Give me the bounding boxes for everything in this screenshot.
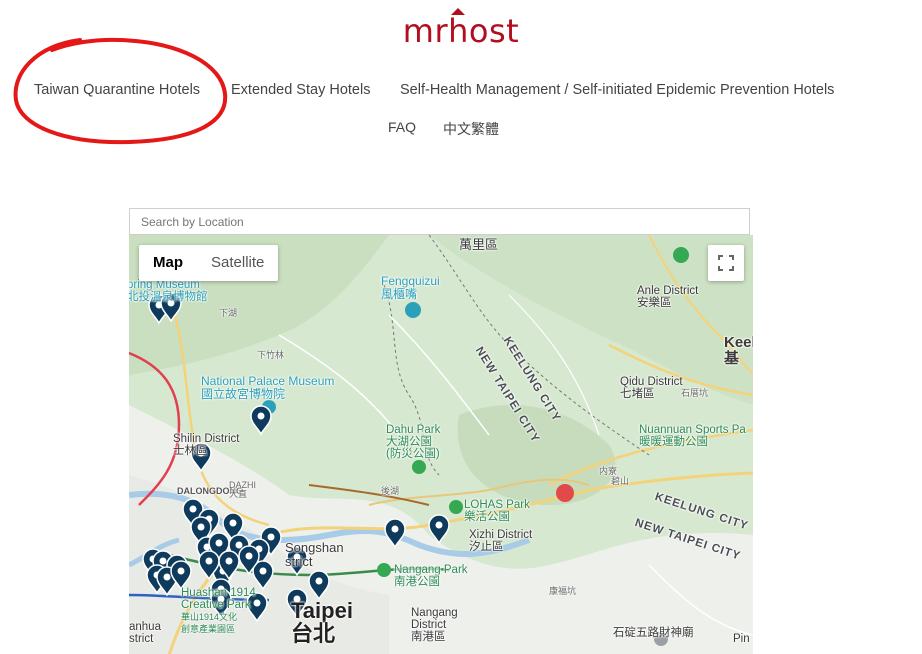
label-anle-en: Anle District bbox=[637, 285, 699, 297]
logo-h: h bbox=[448, 8, 469, 50]
label-nangang-district-en: District bbox=[411, 619, 447, 632]
label-lohas-en: LOHAS Park bbox=[464, 499, 530, 511]
label-creative-zh: 華山1914文化 bbox=[181, 612, 238, 623]
label-xizhi: Xizhi District 汐止區 bbox=[469, 529, 532, 553]
label-huashan-en: Huashan 1914 bbox=[181, 587, 256, 599]
hotel-marker-dot bbox=[259, 567, 267, 575]
label-anle-zh: 安樂區 bbox=[637, 297, 672, 310]
nav-taiwan-quarantine-hotels[interactable]: Taiwan Quarantine Hotels bbox=[34, 82, 200, 98]
label-xizhi-en: Xizhi District bbox=[469, 529, 533, 541]
label-shihkang: 石厝坑 bbox=[681, 388, 709, 398]
label-xiahpo: 下湖 bbox=[219, 308, 238, 318]
hotel-marker-dot bbox=[225, 557, 233, 565]
hotel-marker-dot bbox=[159, 557, 167, 565]
label-keel-zh: 基 bbox=[724, 349, 740, 367]
label-lohas-zh: 樂活公園 bbox=[464, 511, 510, 524]
map-type-control: Map Satellite bbox=[139, 245, 279, 281]
map-type-map-button[interactable]: Map bbox=[139, 245, 197, 281]
hotel-marker-dot bbox=[435, 521, 443, 529]
logo-text-ost: ost bbox=[468, 12, 520, 50]
label-xiachuan: 下竹林 bbox=[257, 350, 285, 360]
logo-text-mr: mr bbox=[402, 12, 449, 50]
label-qidu-zh: 七堵區 bbox=[620, 388, 655, 401]
hotel-marker-dot bbox=[245, 552, 253, 560]
label-keel: Keel 基 bbox=[724, 335, 753, 367]
label-nangang-park: Nangang Park 南港公園 bbox=[394, 564, 468, 588]
label-lohas-park: LOHAS Park 樂活公園 bbox=[464, 499, 530, 523]
label-dazhi-zh: 大直 bbox=[229, 489, 248, 500]
label-dahu-park: Dahu Park 大湖公園 (防災公園) bbox=[386, 424, 440, 460]
label-qidu-en: Qidu District bbox=[620, 376, 683, 388]
label-keel-en: Keel bbox=[724, 334, 753, 351]
label-fengquizui-zh: 風櫃嘴 bbox=[381, 286, 418, 301]
label-houhu: 後湖 bbox=[381, 486, 400, 496]
hotel-marker-dot bbox=[391, 525, 399, 533]
label-wanli: 萬里區 bbox=[459, 237, 499, 252]
label-shilin-en: Shilin District bbox=[173, 433, 240, 445]
label-creative-zh2: 創意產業園區 bbox=[181, 624, 236, 635]
hotel-marker-dot bbox=[215, 539, 223, 547]
hotel-marker-dot bbox=[163, 573, 171, 581]
label-fengquizui: Fengquizui 風櫃嘴 bbox=[381, 275, 440, 300]
label-dahu-en: Dahu Park bbox=[386, 424, 441, 436]
map-type-satellite-button[interactable]: Satellite bbox=[197, 245, 278, 281]
nav-faq[interactable]: FAQ bbox=[388, 119, 416, 135]
label-dahu-zh: 大湖公園 bbox=[386, 436, 432, 449]
hotel-marker-dot bbox=[257, 412, 265, 420]
label-taipei-en: Taipei bbox=[291, 598, 353, 623]
label-taipei: Taipei 台北 bbox=[291, 599, 353, 645]
nav-self-health-management[interactable]: Self-Health Management / Self-initiated … bbox=[400, 82, 834, 98]
label-nuannuan: Nuannuan Sports Pa 暖暖運動公園 bbox=[639, 424, 746, 448]
nav-extended-stay-hotels[interactable]: Extended Stay Hotels bbox=[231, 82, 370, 98]
hotel-marker-dot bbox=[315, 577, 323, 585]
map-search-input[interactable] bbox=[129, 208, 750, 235]
hotel-marker-dot bbox=[197, 523, 205, 531]
label-nuannuan-en: Nuannuan Sports Pa bbox=[639, 424, 746, 436]
label-shilin-zh: 士林區 bbox=[173, 445, 208, 458]
main-nav-row2: FAQ 中文繁體 bbox=[0, 119, 922, 141]
label-creative-en: Creative Park bbox=[181, 599, 251, 612]
main-nav: Taiwan Quarantine Hotels Extended Stay H… bbox=[0, 82, 922, 104]
label-national-palace-museum: National Palace Museum 國立故宮博物院 bbox=[201, 375, 334, 400]
label-pin: Pin bbox=[733, 633, 750, 645]
hotel-marker-dot bbox=[177, 567, 185, 575]
hotel-marker-dot bbox=[235, 541, 243, 549]
hotel-map[interactable]: 萬里區 pring Museum 北投溫泉博物館 下湖 下竹林 Fengquiz… bbox=[129, 235, 753, 654]
label-huashan-creative-park: Huashan 1914 Creative Park 華山1914文化 創意產業… bbox=[181, 587, 256, 635]
label-anle: Anle District 安樂區 bbox=[637, 285, 698, 309]
logo-roof-icon bbox=[451, 8, 466, 15]
label-qidu: Qidu District 七堵區 bbox=[620, 376, 683, 400]
label-songshan-district: strict bbox=[285, 553, 313, 569]
label-nangang-park-en: Nangang Park bbox=[394, 564, 468, 576]
label-neihu-small2: 碧山 bbox=[611, 476, 630, 486]
label-wanhua-en: anhua bbox=[129, 621, 161, 633]
label-npm-zh: 國立故宮博物院 bbox=[201, 386, 286, 401]
label-taipei-zh: 台北 bbox=[291, 621, 336, 647]
label-wanhua-district: strict bbox=[129, 633, 154, 646]
hotel-marker-dot bbox=[189, 505, 197, 513]
label-dahu-zh2: (防災公園) bbox=[386, 448, 440, 461]
label-nuannuan-zh: 暖暖運動公園 bbox=[639, 436, 708, 449]
label-songshan: Songshan strict bbox=[285, 541, 344, 568]
label-dazhi: DAZHI 大直 bbox=[229, 480, 256, 500]
hotel-marker-dot bbox=[229, 519, 237, 527]
hotel-marker-dot bbox=[267, 533, 275, 541]
label-shiding-temple: 石碇五路財神廟 bbox=[613, 627, 694, 639]
hotel-marker-dot bbox=[205, 557, 213, 565]
fullscreen-icon bbox=[718, 255, 734, 271]
label-spring-museum: pring Museum 北投溫泉博物館 bbox=[129, 279, 208, 303]
fullscreen-button[interactable] bbox=[708, 245, 744, 281]
label-nangang-zh: 南港區 bbox=[411, 631, 446, 644]
label-nangang-district: Nangang District 南港區 bbox=[411, 607, 458, 643]
label-nangang-park-zh: 南港公園 bbox=[394, 576, 440, 589]
label-xizhi-zh: 汐止區 bbox=[469, 541, 504, 554]
label-shilin: Shilin District 士林區 bbox=[173, 433, 239, 457]
label-wanhua: anhua strict bbox=[129, 621, 161, 645]
nav-chinese-traditional[interactable]: 中文繁體 bbox=[443, 119, 499, 139]
label-xinghua: 康福坑 bbox=[549, 586, 577, 596]
label-spring-museum-zh: 北投溫泉博物館 bbox=[129, 291, 208, 304]
label-nangang-en: Nangang bbox=[411, 607, 458, 619]
